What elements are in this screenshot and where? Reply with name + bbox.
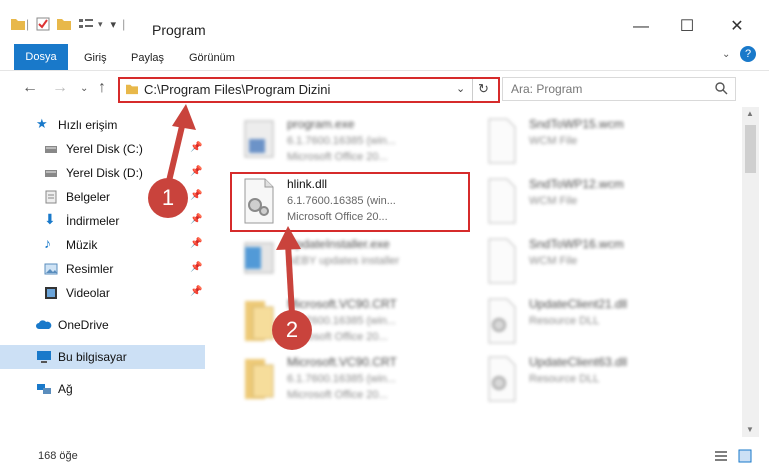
annotation-arrow-2 (276, 226, 301, 315)
step-marker-1: 1 (148, 178, 188, 218)
step-marker-2: 2 (272, 310, 312, 350)
annotation-overlay (162, 104, 301, 315)
